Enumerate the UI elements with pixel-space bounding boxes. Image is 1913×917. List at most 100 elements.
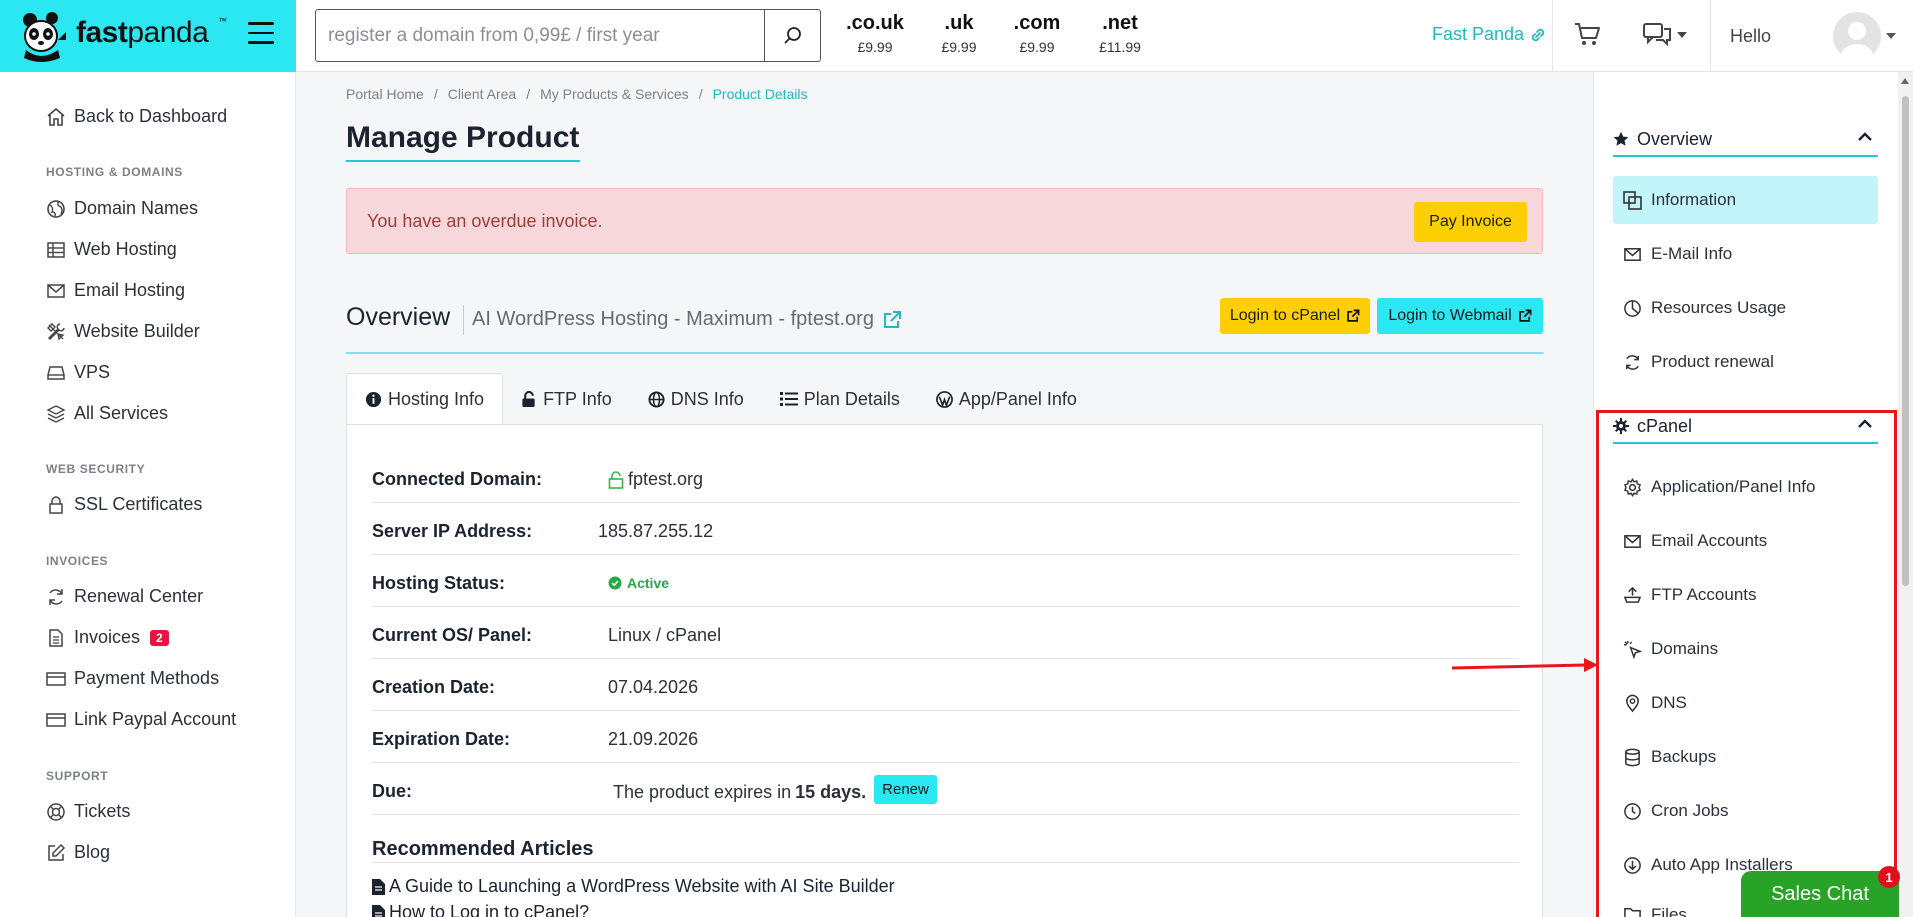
- sidebar-item-payment-methods[interactable]: Payment Methods: [46, 668, 219, 689]
- tab-plan-details[interactable]: Plan Details: [762, 373, 918, 425]
- refresh-icon: [1626, 354, 1639, 370]
- tld-price: £9.99: [857, 39, 893, 55]
- overview-section-toggle[interactable]: Overview: [1613, 124, 1878, 154]
- sales-chat-button[interactable]: Sales Chat: [1741, 871, 1899, 917]
- tld-extension: .uk: [944, 12, 974, 34]
- sidebar-item-cron-jobs[interactable]: Cron Jobs: [1613, 787, 1878, 835]
- tld-com[interactable]: .com £9.99: [997, 12, 1077, 55]
- sidebar-section-security: WEB SECURITY: [46, 462, 146, 476]
- tld-co-uk[interactable]: .co.uk £9.99: [835, 12, 915, 55]
- tab-ftp-info[interactable]: FTP Info: [503, 373, 630, 425]
- layers-icon: [46, 404, 66, 423]
- tld-net[interactable]: .net £11.99: [1080, 12, 1160, 55]
- sidebar-item-resources-usage[interactable]: Resources Usage: [1613, 284, 1878, 332]
- tld-price: £11.99: [1099, 39, 1141, 55]
- sidebar-section-hosting: HOSTING & DOMAINS: [46, 165, 183, 179]
- row-value: The product expires in 15 days. Renew: [613, 775, 937, 804]
- row-value: fptest.org: [608, 469, 703, 490]
- globe-icon: [648, 390, 665, 408]
- sidebar-item-product-renewal[interactable]: Product renewal: [1613, 338, 1878, 386]
- section-underline: [1613, 155, 1878, 157]
- sidebar-item-link-paypal-account[interactable]: Link Paypal Account: [46, 709, 236, 730]
- sidebar-item-ssl-certificates[interactable]: SSL Certificates: [46, 494, 202, 515]
- login-to-cpanel-button[interactable]: Login to cPanel: [1220, 298, 1370, 334]
- chevron-down-icon: [1677, 32, 1687, 38]
- sidebar-item-blog[interactable]: Blog: [46, 842, 110, 863]
- product-name: AI WordPress Hosting - Maximum - fptest.…: [472, 308, 902, 331]
- hamburger-menu-icon[interactable]: [248, 22, 274, 46]
- hard-drive-icon: [47, 365, 65, 380]
- breadcrumb-separator: /: [698, 86, 703, 102]
- sidebar-item-web-hosting[interactable]: Web Hosting: [46, 239, 177, 260]
- sidebar-item-label: Email Hosting: [74, 280, 186, 300]
- breadcrumb-portal-home[interactable]: Portal Home: [346, 86, 424, 102]
- tab-dns-info[interactable]: DNS Info: [630, 373, 762, 425]
- section-heading: cPanel: [1637, 415, 1693, 436]
- sidebar-item-all-services[interactable]: All Services: [46, 403, 168, 424]
- sidebar-item-application-panel-info[interactable]: Application/Panel Info: [1613, 463, 1878, 511]
- sidebar-item-information[interactable]: Information: [1613, 176, 1878, 224]
- tab-app-panel-info[interactable]: App/Panel Info: [918, 373, 1095, 425]
- scroll-up-arrow-icon[interactable]: [1901, 78, 1909, 84]
- table-row: Server IP Address: 185.87.255.12: [372, 503, 1519, 555]
- messages-dropdown[interactable]: [1643, 22, 1687, 48]
- external-link-icon[interactable]: [882, 310, 902, 330]
- renew-button[interactable]: Renew: [874, 775, 937, 804]
- sidebar-item-back-to-dashboard[interactable]: Back to Dashboard: [46, 106, 227, 127]
- cart-icon[interactable]: [1574, 22, 1602, 53]
- list-icon: [779, 392, 798, 406]
- article-link[interactable]: A Guide to Launching a WordPress Website…: [372, 876, 895, 897]
- sidebar-item-email-accounts[interactable]: Email Accounts: [1613, 517, 1878, 565]
- sidebar-item-email-info[interactable]: E-Mail Info: [1613, 230, 1878, 278]
- sidebar-item-renewal-center[interactable]: Renewal Center: [46, 586, 203, 607]
- tld-extension: .net: [1102, 12, 1138, 34]
- chevron-down-icon[interactable]: [1886, 33, 1896, 39]
- globe-icon: [47, 199, 65, 218]
- domain-search-input[interactable]: [316, 10, 764, 61]
- sidebar-item-tickets[interactable]: Tickets: [46, 801, 130, 822]
- alert-message: You have an overdue invoice.: [367, 211, 603, 231]
- tab-hosting-info[interactable]: Hosting Info: [346, 373, 504, 425]
- tld-uk[interactable]: .uk £9.99: [919, 12, 999, 55]
- connected-domain-link[interactable]: fptest.org: [628, 469, 703, 490]
- sales-chat-label: Sales Chat: [1771, 882, 1869, 905]
- sidebar-item-website-builder[interactable]: Website Builder: [46, 321, 200, 342]
- sidebar-item-label: Backups: [1651, 747, 1717, 766]
- sidebar-item-label: Domains: [1651, 639, 1719, 658]
- header-divider: [1710, 0, 1711, 72]
- sidebar-item-label: Product renewal: [1651, 352, 1774, 371]
- sidebar-item-label: E-Mail Info: [1651, 244, 1733, 263]
- panda-logo-icon[interactable]: [18, 10, 68, 62]
- lock-icon: [608, 470, 624, 489]
- sidebar-item-domain-names[interactable]: Domain Names: [46, 198, 198, 219]
- sidebar-item-label: Renewal Center: [74, 586, 204, 606]
- header-divider: [1552, 0, 1553, 72]
- brand-name[interactable]: fastpanda: [76, 16, 209, 50]
- avatar[interactable]: [1833, 12, 1881, 60]
- sidebar-item-email-hosting[interactable]: Email Hosting: [46, 280, 185, 301]
- info-circle-icon: [365, 391, 382, 408]
- search-button[interactable]: [764, 10, 820, 61]
- page-scrollbar[interactable]: [1898, 72, 1913, 917]
- sidebar-item-backups[interactable]: Backups: [1613, 733, 1878, 781]
- sidebar-item-label: Tickets: [74, 801, 131, 821]
- sidebar-item-domains[interactable]: Domains: [1613, 625, 1878, 673]
- os-panel-value: Linux / cPanel: [608, 625, 722, 645]
- article-link[interactable]: How to Log in to cPanel?: [372, 902, 589, 917]
- fast-panda-link[interactable]: Fast Panda: [1432, 24, 1547, 45]
- breadcrumb-client-area[interactable]: Client Area: [448, 86, 516, 102]
- login-to-webmail-button[interactable]: Login to Webmail: [1377, 298, 1543, 334]
- sidebar-item-vps[interactable]: VPS: [46, 362, 110, 383]
- cpanel-section-toggle[interactable]: cPanel: [1613, 411, 1878, 441]
- sidebar-item-dns[interactable]: DNS: [1613, 679, 1878, 727]
- sidebar-item-invoices[interactable]: Invoices 2: [46, 627, 169, 648]
- title-underline: [346, 160, 580, 162]
- sidebar-item-label: All Services: [74, 403, 169, 423]
- refresh-icon: [49, 588, 63, 605]
- row-label: Server IP Address:: [372, 521, 533, 541]
- map-pin-icon: [1626, 694, 1639, 712]
- sidebar-item-ftp-accounts[interactable]: FTP Accounts: [1613, 571, 1878, 619]
- breadcrumb-my-products[interactable]: My Products & Services: [540, 86, 689, 102]
- scrollbar-thumb[interactable]: [1902, 96, 1909, 586]
- pay-invoice-button[interactable]: Pay Invoice: [1414, 202, 1527, 242]
